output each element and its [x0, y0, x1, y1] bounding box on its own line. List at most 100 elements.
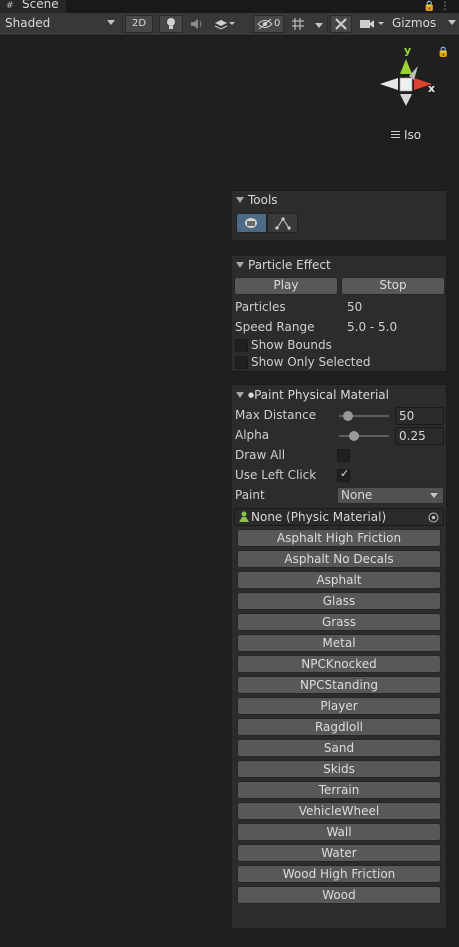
- y-axis-cone[interactable]: [400, 59, 412, 74]
- alpha-slider-track[interactable]: [339, 435, 389, 437]
- grid-dropdown-chevron-icon[interactable]: [315, 23, 323, 28]
- stop-label: Stop: [379, 278, 407, 292]
- play-label: Play: [273, 278, 299, 292]
- material-button-skids[interactable]: Skids: [237, 760, 441, 778]
- audio-toggle-button[interactable]: [186, 15, 208, 33]
- tools-icon: [335, 18, 347, 30]
- alpha-value: 0.25: [399, 429, 426, 443]
- material-button-wall[interactable]: Wall: [237, 823, 441, 841]
- shading-mode-dropdown[interactable]: Shaded: [1, 15, 119, 33]
- material-button-water[interactable]: Water: [237, 844, 441, 862]
- tab-menu-icon[interactable]: ⋮: [440, 1, 450, 12]
- speed-range-label: Speed Range: [235, 320, 315, 334]
- paint-tool-button[interactable]: [236, 213, 267, 233]
- material-button-vehiclewheel[interactable]: VehicleWheel: [237, 802, 441, 820]
- material-label: Grass: [321, 615, 357, 629]
- particle-effect-header[interactable]: Particle Effect: [236, 258, 331, 272]
- center-cube[interactable]: [399, 77, 413, 92]
- tab-scene[interactable]: # Scene: [0, 0, 67, 13]
- chevron-down-icon: [107, 20, 115, 25]
- y-axis-label: y: [404, 44, 411, 57]
- paint-label: Paint: [235, 488, 265, 502]
- material-button-npcknocked[interactable]: NPCKnocked: [237, 655, 441, 673]
- orientation-gizmo[interactable]: y x: [376, 42, 436, 142]
- alpha-slider-handle[interactable]: [349, 431, 359, 441]
- show-bounds-checkbox[interactable]: [235, 339, 248, 352]
- material-label: NPCStanding: [299, 678, 379, 692]
- material-button-metal[interactable]: Metal: [237, 634, 441, 652]
- alpha-label: Alpha: [235, 428, 270, 442]
- particle-effect-panel: Particle Effect Play Stop Particles 50 S…: [231, 255, 447, 372]
- material-button-asphalt[interactable]: Asphalt: [237, 571, 441, 589]
- material-button-asphalt-no-decals[interactable]: Asphalt No Decals: [237, 550, 441, 568]
- tools-panel-title: Tools: [248, 193, 278, 207]
- scene-visibility-button[interactable]: 0: [253, 15, 284, 33]
- projection-label[interactable]: Iso: [404, 128, 421, 142]
- gizmos-dropdown[interactable]: Gizmos: [390, 15, 459, 33]
- use-left-click-checkbox[interactable]: ✓: [337, 467, 350, 482]
- edit-path-tool-button[interactable]: [267, 213, 298, 233]
- show-only-selected-checkbox[interactable]: [235, 356, 248, 369]
- toggle-2d-button[interactable]: 2D: [125, 15, 153, 33]
- material-label: Water: [321, 846, 357, 860]
- particles-label: Particles: [235, 300, 286, 314]
- paint-material-header[interactable]: ●Paint Physical Material: [236, 388, 389, 402]
- path-nodes-icon: [275, 217, 291, 230]
- speed-range-value: 5.0 - 5.0: [347, 320, 398, 334]
- physic-material-icon: [239, 511, 249, 522]
- hidden-count: 0: [274, 18, 281, 29]
- x-axis-label: x: [428, 82, 435, 95]
- eye-hidden-icon: [257, 18, 273, 30]
- tab-bar: # Scene 🔒 ⋮: [0, 0, 459, 13]
- paint-material-title: Paint Physical Material: [254, 388, 389, 402]
- neg-x-cone[interactable]: [380, 78, 398, 90]
- max-distance-value: 50: [399, 409, 415, 423]
- play-button[interactable]: Play: [234, 277, 338, 295]
- gizmo-lock-icon[interactable]: 🔒: [437, 47, 449, 58]
- object-picker-icon[interactable]: [428, 512, 439, 523]
- tools-panel-header[interactable]: Tools: [236, 193, 278, 207]
- lightbulb-icon: [167, 18, 175, 29]
- scene-grid-icon: #: [6, 1, 14, 11]
- physic-material-field[interactable]: None (Physic Material): [234, 508, 444, 526]
- collapse-triangle-icon: [236, 197, 244, 203]
- material-button-terrain[interactable]: Terrain: [237, 781, 441, 799]
- material-label: Asphalt No Decals: [284, 552, 394, 566]
- material-label: Asphalt: [316, 573, 362, 587]
- lock-icon[interactable]: 🔒: [423, 1, 435, 12]
- material-button-npcstanding[interactable]: NPCStanding: [237, 676, 441, 694]
- material-button-wood[interactable]: Wood: [237, 886, 441, 904]
- alpha-field[interactable]: 0.25: [395, 427, 444, 445]
- material-button-asphalt-high-friction[interactable]: Asphalt High Friction: [237, 529, 441, 547]
- material-button-wood-high-friction[interactable]: Wood High Friction: [237, 865, 441, 883]
- neg-y-cone[interactable]: [400, 94, 412, 106]
- paint-dropdown[interactable]: None: [337, 487, 444, 504]
- material-label: Terrain: [318, 783, 360, 797]
- grid-snap-button[interactable]: [287, 15, 309, 33]
- max-distance-slider-handle[interactable]: [343, 411, 353, 421]
- material-label: Ragdloll: [314, 720, 363, 734]
- tab-scene-label: Scene: [22, 0, 59, 11]
- show-only-selected-label: Show Only Selected: [251, 355, 371, 369]
- tools-panel: Tools: [231, 190, 447, 241]
- material-button-grass[interactable]: Grass: [237, 613, 441, 631]
- material-label: NPCKnocked: [301, 657, 377, 671]
- material-button-ragdloll[interactable]: Ragdloll: [237, 718, 441, 736]
- layers-icon: [214, 20, 235, 30]
- paint-dropdown-value: None: [341, 488, 373, 502]
- show-bounds-label: Show Bounds: [251, 338, 332, 352]
- material-button-glass[interactable]: Glass: [237, 592, 441, 610]
- material-button-player[interactable]: Player: [237, 697, 441, 715]
- material-label: Glass: [322, 594, 356, 608]
- use-left-click-label: Use Left Click: [235, 468, 317, 482]
- max-distance-field[interactable]: 50: [395, 407, 444, 425]
- lighting-toggle-button[interactable]: [159, 15, 183, 33]
- material-button-sand[interactable]: Sand: [237, 739, 441, 757]
- camera-dropdown[interactable]: [355, 15, 389, 33]
- tools-toggle-button[interactable]: [330, 15, 352, 33]
- draw-all-checkbox[interactable]: [337, 449, 350, 462]
- stop-button[interactable]: Stop: [341, 277, 445, 295]
- gizmos-label: Gizmos: [392, 16, 437, 30]
- collapse-triangle-icon: [236, 392, 244, 398]
- effects-dropdown[interactable]: [210, 15, 238, 33]
